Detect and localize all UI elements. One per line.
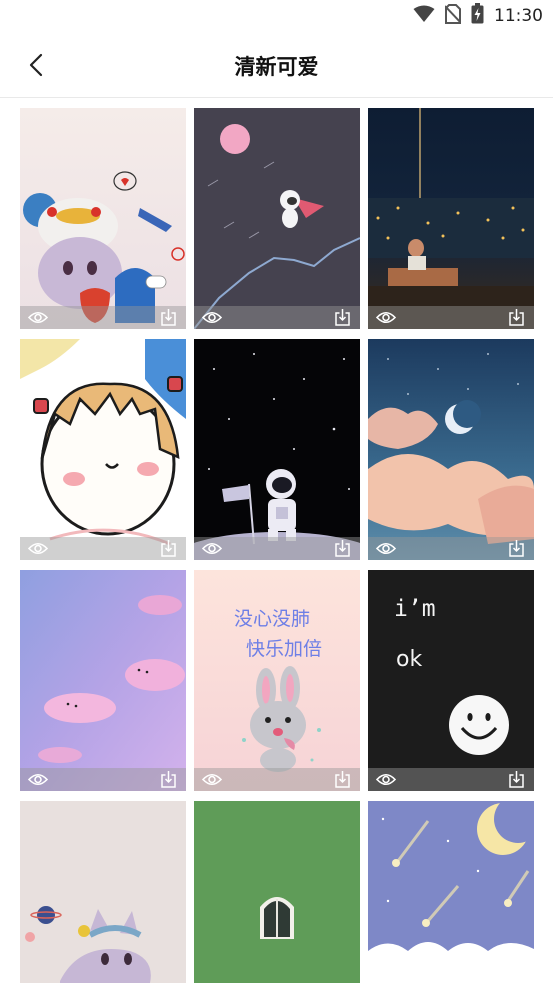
download-icon[interactable]	[335, 309, 350, 326]
wallpaper-card-4[interactable]	[20, 339, 186, 560]
wallpaper-card-8[interactable]: 没心没肺 快乐加倍	[194, 570, 360, 791]
download-icon[interactable]	[509, 309, 524, 326]
wallpaper-image-cartoon-bunny: 没心没肺 快乐加倍	[194, 570, 360, 791]
eye-icon[interactable]	[376, 772, 396, 787]
wallpaper-card-1[interactable]	[20, 108, 186, 329]
card-action-bar	[368, 768, 534, 791]
wallpaper-card-3[interactable]	[368, 108, 534, 329]
wallpaper-card-12[interactable]	[368, 801, 534, 983]
header-bar: 清新可爱	[0, 32, 553, 98]
wallpaper-image-plush-bunny	[20, 108, 186, 329]
eye-icon[interactable]	[376, 541, 396, 556]
battery-charging-icon	[471, 3, 484, 29]
wallpaper-image-purple-sky-clouds	[20, 570, 186, 791]
wifi-icon	[413, 5, 435, 28]
wallpaper-caption-line-2: ok	[396, 647, 422, 672]
card-action-bar	[368, 537, 534, 560]
wallpaper-image-crescent-moon-clouds	[368, 339, 534, 560]
status-bar: 11:30	[0, 0, 553, 32]
card-action-bar	[20, 306, 186, 329]
wallpaper-image-smiley-ok: i’m ok	[368, 570, 534, 791]
eye-icon[interactable]	[202, 541, 222, 556]
eye-icon[interactable]	[28, 541, 48, 556]
download-icon[interactable]	[335, 540, 350, 557]
wallpaper-image-plush-cat	[20, 801, 186, 983]
download-icon[interactable]	[161, 540, 176, 557]
no-sim-icon	[444, 3, 462, 29]
wallpaper-card-9[interactable]: i’m ok	[368, 570, 534, 791]
page-title: 清新可爱	[234, 55, 319, 79]
wallpaper-image-flying-astronaut	[194, 108, 360, 329]
eye-icon[interactable]	[202, 772, 222, 787]
status-time: 11:30	[494, 6, 543, 26]
wallpaper-image-astronaut-flag	[194, 339, 360, 560]
status-icons: 11:30	[413, 3, 543, 29]
wallpaper-image-green-wall-window	[194, 801, 360, 983]
wallpaper-image-night-city	[368, 108, 534, 329]
wallpaper-caption-line-1: i’m	[394, 596, 436, 622]
wallpaper-card-10[interactable]	[20, 801, 186, 983]
wallpaper-image-moon-shooting-stars	[368, 801, 534, 983]
card-action-bar	[368, 306, 534, 329]
eye-icon[interactable]	[28, 310, 48, 325]
wallpaper-card-7[interactable]	[20, 570, 186, 791]
wallpaper-caption-line-2: 快乐加倍	[246, 638, 322, 660]
eye-icon[interactable]	[376, 310, 396, 325]
card-action-bar	[20, 768, 186, 791]
download-icon[interactable]	[161, 309, 176, 326]
eye-icon[interactable]	[28, 772, 48, 787]
wallpaper-caption-line-1: 没心没肺	[234, 608, 310, 630]
download-icon[interactable]	[509, 771, 524, 788]
wallpaper-card-5[interactable]	[194, 339, 360, 560]
download-icon[interactable]	[335, 771, 350, 788]
card-action-bar	[20, 537, 186, 560]
download-icon[interactable]	[161, 771, 176, 788]
wallpaper-card-11[interactable]	[194, 801, 360, 983]
eye-icon[interactable]	[202, 310, 222, 325]
wallpaper-card-2[interactable]	[194, 108, 360, 329]
card-action-bar	[194, 537, 360, 560]
card-action-bar	[194, 306, 360, 329]
download-icon[interactable]	[509, 540, 524, 557]
card-action-bar	[194, 768, 360, 791]
wallpaper-card-6[interactable]	[368, 339, 534, 560]
wallpaper-image-cartoon-girl	[20, 339, 186, 560]
